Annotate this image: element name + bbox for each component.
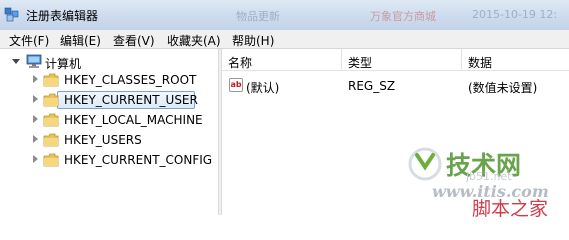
- tree-item-computer[interactable]: 计算机: [0, 53, 218, 71]
- expand-arrow-icon[interactable]: [33, 135, 38, 143]
- menu-favorites[interactable]: 收藏夹(A): [167, 32, 221, 49]
- registry-tree[interactable]: 计算机 HKEY_CLASSES_ROOT HKEY_CURRENT_USER …: [0, 49, 218, 215]
- tree-label: HKEY_CURRENT_CONFIG: [64, 153, 213, 167]
- string-value-icon: ab: [229, 78, 243, 92]
- folder-icon: [43, 93, 59, 107]
- tree-label-computer: 计算机: [45, 57, 82, 71]
- column-header-label: 类型: [348, 56, 373, 70]
- expand-arrow-icon[interactable]: [33, 115, 38, 123]
- tree-item-hkey-local-machine[interactable]: HKEY_LOCAL_MACHINE: [0, 111, 218, 129]
- expand-arrow-icon[interactable]: [33, 75, 38, 83]
- menu-edit[interactable]: 编辑(E): [60, 32, 101, 49]
- background-window-text: 物品更新: [236, 10, 280, 23]
- value-name: (默认): [246, 81, 280, 95]
- column-header-data[interactable]: 数据: [462, 49, 569, 71]
- window-title: 注册表编辑器: [26, 9, 99, 23]
- tree-label: HKEY_USERS: [64, 133, 142, 147]
- tree-item-hkey-users[interactable]: HKEY_USERS: [0, 131, 218, 149]
- value-type: REG_SZ: [348, 79, 396, 93]
- watermark-logo-icon: [408, 147, 442, 181]
- tree-label: HKEY_CURRENT_USER: [64, 93, 198, 107]
- collapse-arrow-icon[interactable]: [12, 59, 20, 64]
- folder-icon: [43, 153, 59, 167]
- column-header-type[interactable]: 类型: [342, 49, 462, 71]
- expand-arrow-icon[interactable]: [33, 155, 38, 163]
- tree-label: HKEY_CLASSES_ROOT: [64, 73, 197, 87]
- menu-help[interactable]: 帮助(H): [232, 32, 274, 49]
- tree-item-hkey-current-user[interactable]: HKEY_CURRENT_USER: [0, 91, 218, 109]
- title-bar: 注册表编辑器 物品更新 万象官方商城 2015-10-19 12:: [0, 0, 569, 30]
- background-window-text: 万象官方商城: [370, 10, 436, 23]
- computer-icon: [26, 54, 42, 68]
- menu-bar: 文件(F) 编辑(E) 查看(V) 收藏夹(A) 帮助(H): [0, 30, 569, 49]
- folder-icon: [43, 73, 59, 87]
- value-data: (数值未设置): [468, 81, 538, 95]
- menu-view[interactable]: 查看(V): [113, 32, 155, 49]
- column-header-name[interactable]: 名称: [222, 49, 342, 71]
- expand-arrow-icon[interactable]: [33, 95, 38, 103]
- background-window-text: 2015-10-19 12:: [472, 8, 558, 21]
- folder-icon: [43, 133, 59, 147]
- menu-file[interactable]: 文件(F): [9, 32, 49, 49]
- tree-item-hkey-current-config[interactable]: HKEY_CURRENT_CONFIG: [0, 151, 218, 169]
- regedit-icon: [4, 7, 19, 22]
- watermark-footer: 脚本之家: [472, 198, 549, 220]
- tree-item-hkey-classes-root[interactable]: HKEY_CLASSES_ROOT: [0, 71, 218, 89]
- column-header-label: 名称: [228, 56, 253, 70]
- tree-label: HKEY_LOCAL_MACHINE: [64, 113, 203, 127]
- folder-icon: [43, 113, 59, 127]
- column-header-label: 数据: [468, 56, 493, 70]
